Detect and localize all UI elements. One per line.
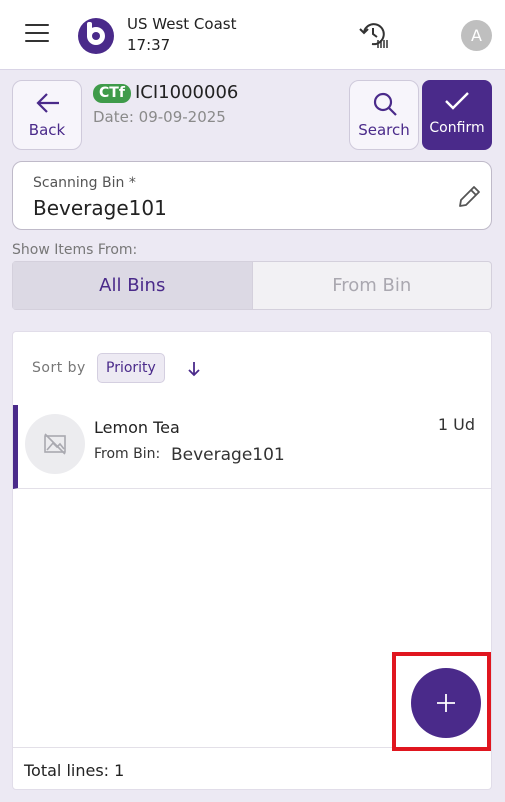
confirm-button[interactable]: Confirm — [422, 80, 492, 150]
plus-icon — [437, 694, 455, 712]
item-quantity: 1 Ud — [437, 415, 475, 434]
item-name: Lemon Tea — [94, 418, 180, 437]
item-bin-value: Beverage101 — [171, 445, 285, 465]
pencil-icon[interactable] — [456, 184, 482, 210]
avatar[interactable]: A — [461, 20, 492, 51]
doc-type-badge: CTf — [93, 84, 131, 103]
search-label: Search — [358, 121, 410, 139]
scanning-bin-label: Scanning Bin * — [33, 175, 136, 191]
history-scan-icon[interactable] — [358, 20, 390, 50]
total-lines: Total lines: 1 — [24, 761, 125, 780]
sort-priority-chip[interactable]: Priority — [97, 353, 165, 383]
back-button[interactable]: Back — [12, 80, 82, 150]
scanning-bin-value[interactable]: Beverage101 — [33, 196, 167, 220]
company-name: US West Coast — [127, 15, 237, 33]
all-bins-tab[interactable]: All Bins — [13, 262, 253, 309]
document-number: ICI1000006 — [135, 82, 239, 103]
back-label: Back — [28, 121, 66, 139]
arrow-left-icon — [36, 93, 59, 113]
show-items-label: Show Items From: — [12, 242, 138, 258]
bin-filter-toggle: All Bins From Bin — [12, 261, 492, 310]
scanning-bin-field[interactable]: Scanning Bin * Beverage101 — [12, 161, 492, 230]
app-logo — [78, 18, 114, 54]
sort-label: Sort by — [32, 360, 86, 376]
image-placeholder-icon — [44, 433, 66, 455]
search-button[interactable]: Search — [349, 80, 419, 150]
document-date: Date: 09-09-2025 — [93, 108, 226, 126]
check-icon — [445, 92, 469, 110]
from-bin-tab[interactable]: From Bin — [253, 262, 492, 309]
top-bar: US West Coast 17:37 A — [0, 0, 505, 70]
confirm-label: Confirm — [429, 120, 485, 136]
sort-direction-icon[interactable] — [186, 360, 202, 378]
search-icon — [373, 92, 397, 116]
item-thumbnail — [25, 414, 85, 474]
clock: 17:37 — [127, 36, 171, 54]
list-item[interactable]: Lemon Tea From Bin: Beverage101 1 Ud — [13, 405, 491, 489]
item-bin-label: From Bin: — [94, 446, 161, 462]
menu-icon[interactable] — [25, 24, 49, 44]
add-item-button[interactable] — [411, 668, 481, 738]
